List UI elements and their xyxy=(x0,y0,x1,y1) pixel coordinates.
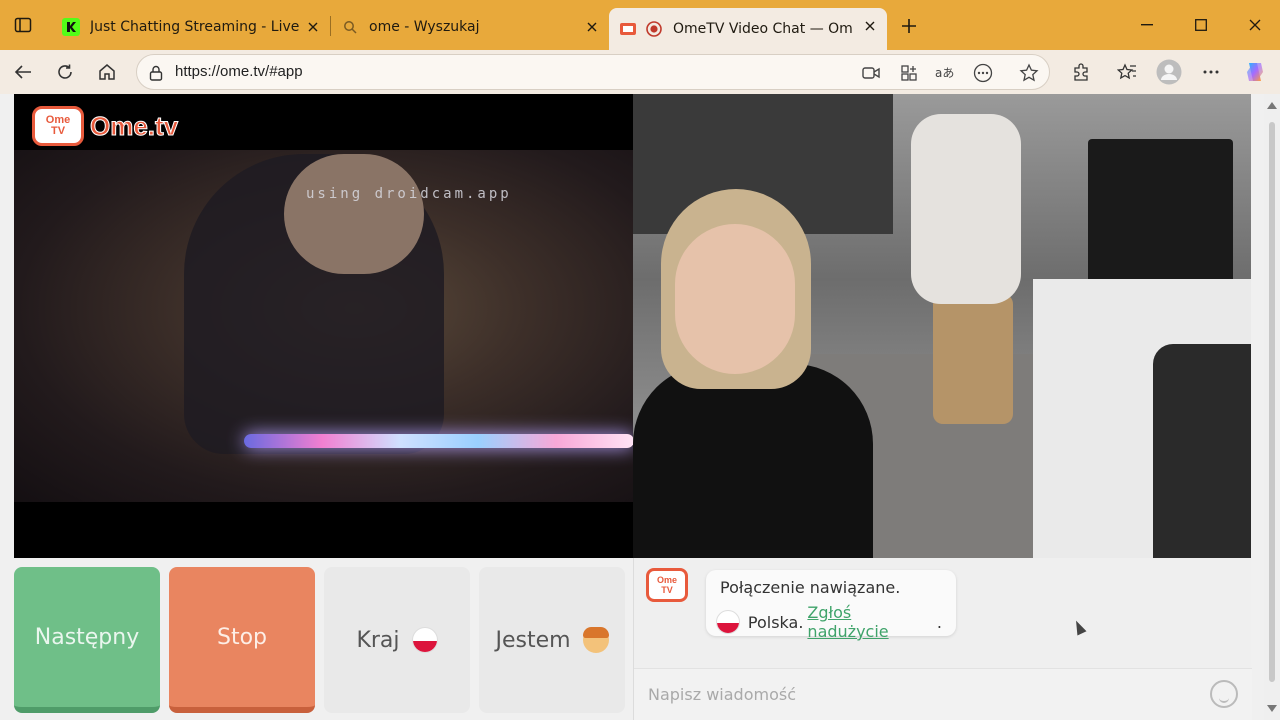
country-name: Polska. xyxy=(747,612,804,632)
new-tab-icon[interactable] xyxy=(896,13,922,39)
country-button[interactable]: Kraj xyxy=(324,567,470,713)
tab-ometv[interactable]: OmeTV Video Chat — Omeg xyxy=(609,8,887,50)
scroll-down-icon[interactable] xyxy=(1267,705,1277,712)
kick-icon xyxy=(62,18,80,36)
connection-message: Połączenie nawiązane. xyxy=(720,578,901,597)
system-message: Połączenie nawiązane. Polska. Zgłoś nadu… xyxy=(706,570,956,641)
refresh-icon[interactable] xyxy=(50,58,80,86)
browser-toolbar: https://ome.tv/#app aあ xyxy=(0,50,1280,94)
partner-body xyxy=(633,364,873,558)
tv-logo-icon: Ome TV xyxy=(32,106,84,146)
tab-title: Just Chatting Streaming - Live Str xyxy=(90,19,300,35)
svg-text:aあ: aあ xyxy=(935,66,954,80)
ometv-avatar-icon: Ome TV xyxy=(646,568,688,602)
chat-panel: Ome TV Połączenie nawiązane. Polska. Zgł… xyxy=(633,558,1252,720)
camera-in-use-icon[interactable] xyxy=(859,62,883,84)
stop-button-label: Stop xyxy=(216,624,267,650)
report-suffix: . xyxy=(936,612,942,632)
avatar-bottom-text: TV xyxy=(661,585,673,595)
more-tools-icon[interactable] xyxy=(971,62,995,84)
recording-icon xyxy=(645,20,663,38)
ometv-logo[interactable]: Ome TV Ome.tv xyxy=(32,106,179,146)
chair-background xyxy=(1153,344,1251,558)
background-person xyxy=(911,114,1021,304)
copilot-icon[interactable] xyxy=(1240,58,1270,86)
droidcam-watermark: using droidcam.app xyxy=(306,186,512,202)
minimize-icon[interactable] xyxy=(1124,10,1170,40)
gender-button-label: Jestem xyxy=(495,627,571,653)
emoji-picker-icon[interactable] xyxy=(1210,680,1238,708)
settings-more-icon[interactable] xyxy=(1196,58,1226,86)
extensions-icon[interactable] xyxy=(1066,58,1096,86)
tab-kick[interactable]: Just Chatting Streaming - Live Str xyxy=(52,9,330,45)
country-line: Polska. Zgłoś nadużycie . xyxy=(716,603,942,641)
tab-search[interactable]: ome - Wyszukaj xyxy=(331,9,609,45)
boy-emoji-icon xyxy=(582,627,609,653)
close-tab-icon[interactable] xyxy=(304,18,322,36)
country-button-label: Kraj xyxy=(356,627,400,653)
favorites-icon[interactable] xyxy=(1112,58,1142,86)
next-button-label: Następny xyxy=(34,624,140,650)
own-video: using droidcam.app Ome TV Ome.tv xyxy=(14,94,633,558)
poland-flag-icon xyxy=(716,610,740,634)
logo-brand-text: Ome.tv xyxy=(89,110,179,141)
tab-title: ome - Wyszukaj xyxy=(369,19,480,35)
background-person-legs xyxy=(933,294,1013,424)
message-input[interactable]: Napisz wiadomość xyxy=(634,668,1252,720)
logo-bottom-text: TV xyxy=(50,125,66,137)
close-tab-icon[interactable] xyxy=(861,17,879,35)
mouse-cursor-icon xyxy=(1071,618,1087,636)
tab-title: OmeTV Video Chat — Omeg xyxy=(673,21,853,37)
back-icon[interactable] xyxy=(8,58,38,86)
next-button[interactable]: Następny xyxy=(14,567,160,713)
page-scrollbar[interactable] xyxy=(1264,94,1280,720)
tab-strip: Just Chatting Streaming - Live Str ome -… xyxy=(0,0,1280,50)
page-content: using droidcam.app Ome TV Ome.tv Następn… xyxy=(0,94,1280,720)
partner-video xyxy=(633,94,1251,558)
profile-avatar-icon[interactable] xyxy=(1154,58,1184,86)
home-icon[interactable] xyxy=(92,58,122,86)
close-window-icon[interactable] xyxy=(1232,10,1278,40)
rgb-keyboard xyxy=(244,434,633,448)
partner-face xyxy=(675,224,795,374)
message-placeholder: Napisz wiadomość xyxy=(648,685,796,704)
person-face xyxy=(284,154,424,274)
search-icon xyxy=(341,18,359,36)
scroll-up-icon[interactable] xyxy=(1267,102,1277,109)
close-tab-icon[interactable] xyxy=(583,18,601,36)
gender-button[interactable]: Jestem xyxy=(479,567,625,713)
avatar-top-text: Ome xyxy=(656,575,677,585)
tab-actions-icon[interactable] xyxy=(10,12,36,38)
scrollbar-thumb[interactable] xyxy=(1269,122,1275,682)
address-bar[interactable]: https://ome.tv/#app aあ xyxy=(136,54,1050,90)
media-playing-icon xyxy=(619,20,637,38)
poland-flag-icon xyxy=(411,627,438,653)
favorite-star-icon[interactable] xyxy=(1017,62,1041,84)
report-abuse-link[interactable]: Zgłoś nadużycie xyxy=(807,603,936,641)
site-info-icon[interactable] xyxy=(147,64,165,82)
stop-button[interactable]: Stop xyxy=(169,567,315,713)
app-available-icon[interactable] xyxy=(897,62,921,84)
maximize-icon[interactable] xyxy=(1178,10,1224,40)
url-text: https://ome.tv/#app xyxy=(175,63,303,80)
translate-icon[interactable]: aあ xyxy=(933,62,957,84)
